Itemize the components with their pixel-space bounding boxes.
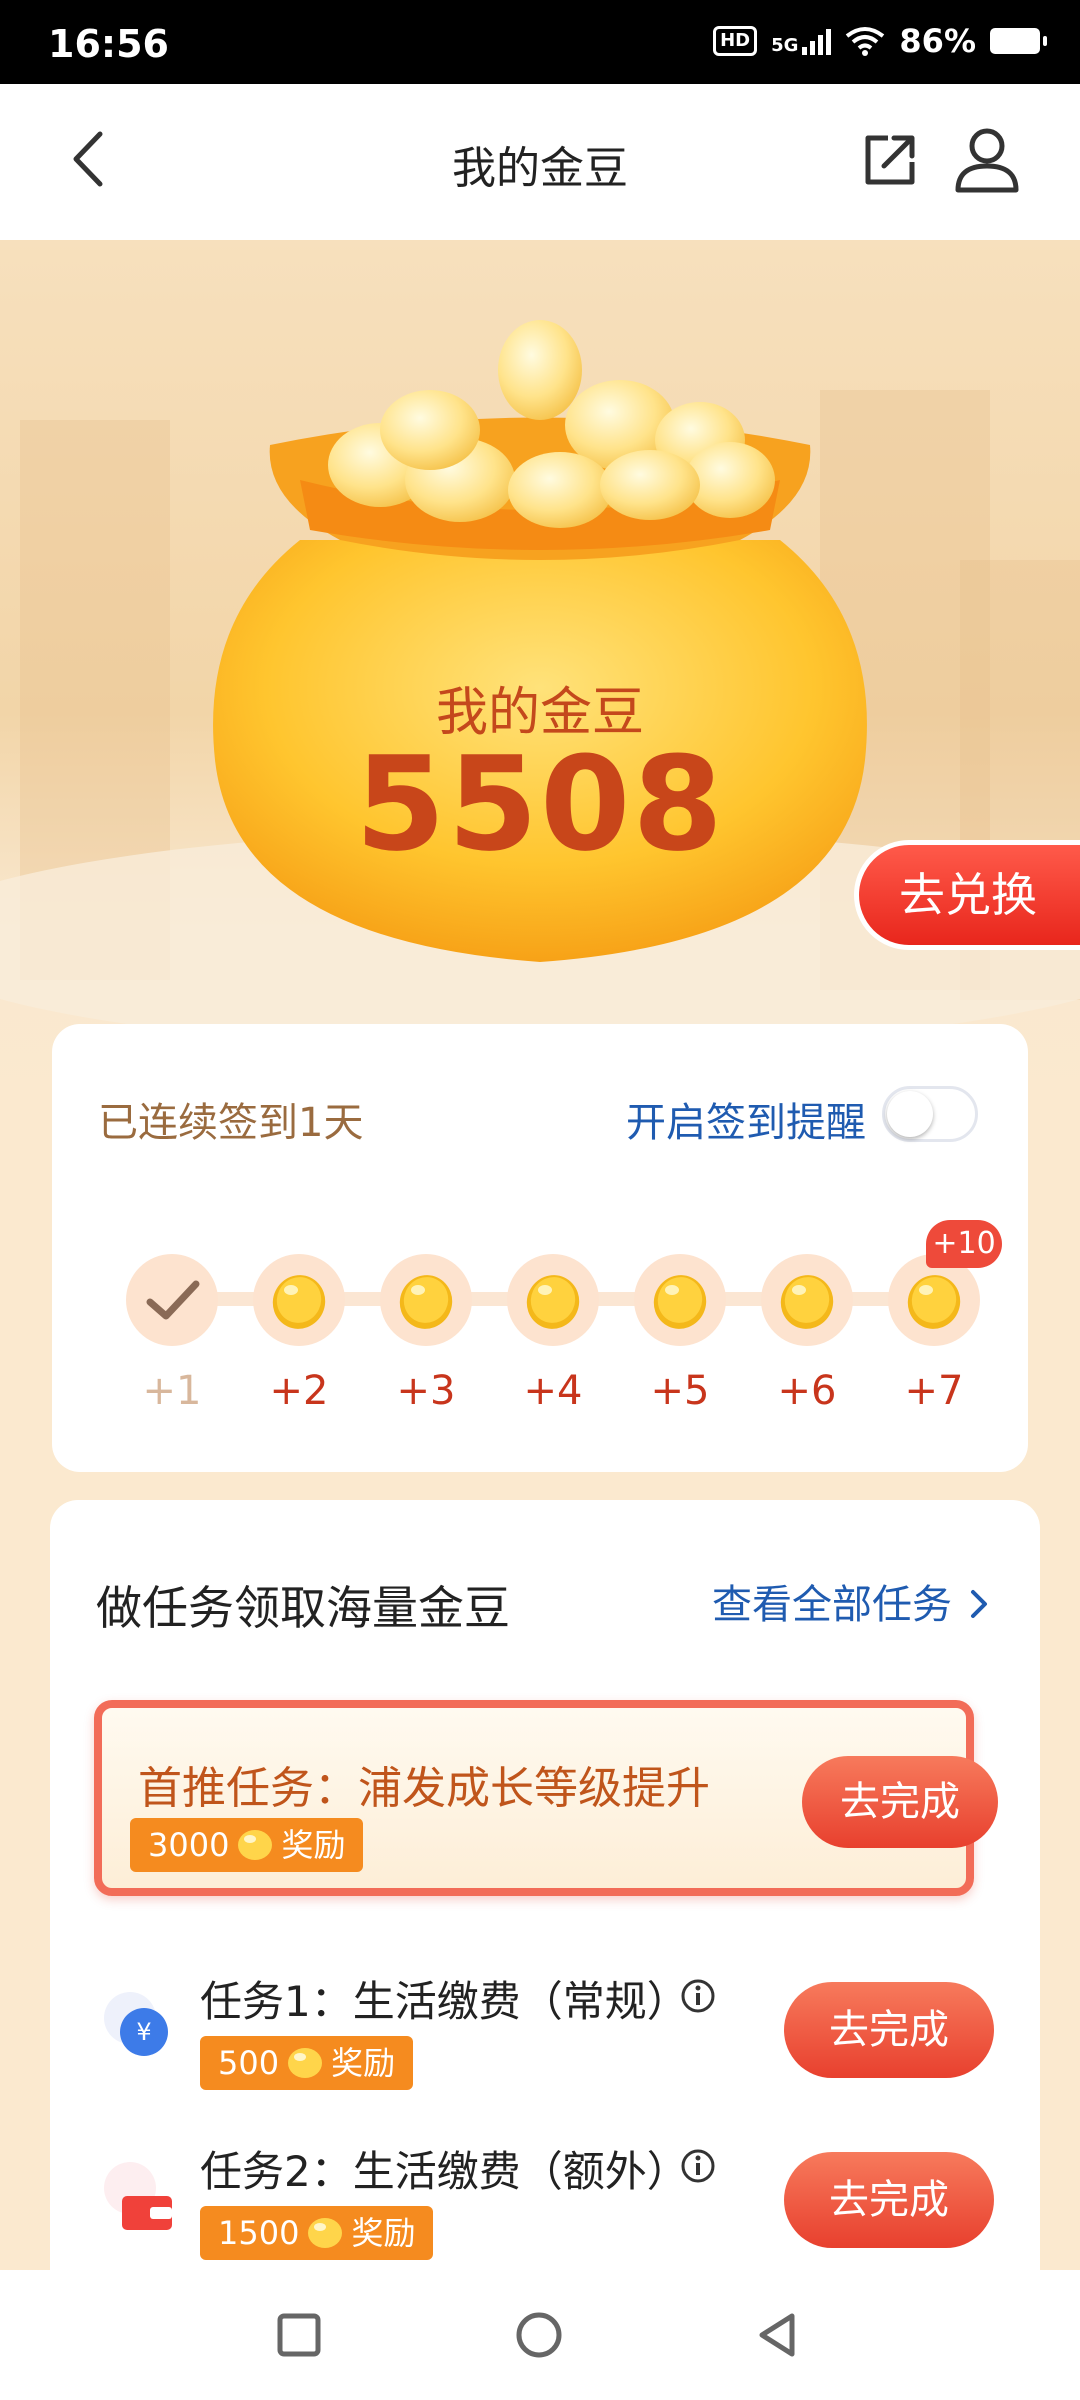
featured-task: 首推任务：浦发成长等级提升 3000 奖励 去完成 xyxy=(94,1700,998,1896)
battery-icon xyxy=(990,28,1047,54)
svg-text:¥: ¥ xyxy=(136,2018,151,2046)
signin-streak-text: 已连续签到1天 xyxy=(98,1100,364,1146)
task-go-button[interactable]: 去完成 xyxy=(784,1982,994,2078)
task-row: ¥ 任务1：生活缴费（常规） 500 奖励 去完成 xyxy=(50,1960,1040,2110)
gold-bean-icon xyxy=(272,1275,326,1329)
signin-day-label: +3 xyxy=(396,1368,456,1414)
signin-day-3 xyxy=(380,1254,472,1346)
reminder-toggle[interactable] xyxy=(882,1086,978,1142)
reminder-label: 开启签到提醒 xyxy=(626,1100,866,1146)
hd-icon: HD xyxy=(713,26,758,56)
gold-bean-icon xyxy=(308,2218,343,2248)
signin-day-1 xyxy=(126,1254,218,1346)
reward-tag: 500 奖励 xyxy=(200,2036,414,2090)
status-bar: 16:56 HD 5G 86% xyxy=(0,0,1080,84)
cellular-signal-icon: 5G xyxy=(771,27,832,56)
status-icons: HD 5G 86% xyxy=(713,22,1047,60)
battery-percent: 86% xyxy=(899,22,976,60)
reward-amount: 1500 xyxy=(218,2214,300,2252)
task-name: 任务2：生活缴费（额外） xyxy=(200,2147,689,2196)
signin-day-4 xyxy=(507,1254,599,1346)
bonus-badge: +10 xyxy=(926,1220,1002,1268)
gold-bean-icon xyxy=(526,1275,580,1329)
signin-day-label: +5 xyxy=(650,1368,710,1414)
reward-tag: 3000 奖励 xyxy=(130,1818,364,1872)
reward-amount: 500 xyxy=(218,2044,280,2082)
checkmark-icon xyxy=(146,1280,200,1320)
profile-button[interactable] xyxy=(952,124,1022,196)
network-type: 5G xyxy=(771,35,799,56)
signin-day-5 xyxy=(634,1254,726,1346)
task-row: 任务2：生活缴费（额外） 1500 奖励 去完成 xyxy=(50,2130,1040,2280)
reward-tag: 1500 奖励 xyxy=(200,2206,434,2260)
exchange-button[interactable]: 去兑换 xyxy=(854,840,1080,950)
reward-label: 奖励 xyxy=(281,1826,346,1864)
info-icon[interactable] xyxy=(680,1978,716,2014)
reward-label: 奖励 xyxy=(331,2044,396,2082)
signin-card: 已连续签到1天 开启签到提醒 +1 +2 +3 +4 +5 +6 +7 +10 xyxy=(52,1024,1028,1472)
gold-bean-icon xyxy=(238,1830,273,1860)
gold-bean-icon xyxy=(780,1275,834,1329)
share-button[interactable] xyxy=(860,130,920,190)
featured-task-name: 首推任务：浦发成长等级提升 xyxy=(138,1763,710,1814)
status-time: 16:56 xyxy=(48,22,169,66)
home-button[interactable] xyxy=(514,2310,564,2360)
signin-day-6 xyxy=(761,1254,853,1346)
info-icon[interactable] xyxy=(680,2148,716,2184)
chevron-right-icon xyxy=(970,1590,987,1618)
gold-bean-icon xyxy=(288,2048,323,2078)
reward-amount: 3000 xyxy=(148,1826,230,1864)
recents-button[interactable] xyxy=(276,2312,322,2358)
wifi-icon xyxy=(846,27,885,56)
signin-day-label: +4 xyxy=(523,1368,583,1414)
chevron-left-icon xyxy=(73,131,103,187)
signin-day-label: +7 xyxy=(904,1368,964,1414)
hero-banner: 我的金豆 5508 去兑换 xyxy=(0,240,1080,1100)
gold-bean-icon xyxy=(907,1275,961,1329)
back-button[interactable] xyxy=(60,124,120,194)
signin-day-label: +6 xyxy=(777,1368,837,1414)
gold-bean-icon xyxy=(399,1275,453,1329)
reward-label: 奖励 xyxy=(351,2214,416,2252)
signin-day-label: +1 xyxy=(142,1368,202,1414)
task-name: 任务1：生活缴费（常规） xyxy=(200,1977,689,2026)
view-all-tasks-link[interactable]: 查看全部任务 xyxy=(712,1572,991,1630)
wallet-icon xyxy=(104,2162,172,2230)
back-nav-button[interactable] xyxy=(754,2310,800,2360)
user-icon xyxy=(955,128,1019,193)
bill-payment-icon: ¥ xyxy=(104,1992,168,2056)
signin-day-label: +2 xyxy=(269,1368,329,1414)
system-nav-bar xyxy=(0,2270,1080,2400)
featured-task-go-button[interactable]: 去完成 xyxy=(802,1756,998,1848)
signin-day-2 xyxy=(253,1254,345,1346)
tasks-card: 做任务领取海量金豆 查看全部任务 首推任务：浦发成长等级提升 3000 奖励 去… xyxy=(50,1500,1040,2320)
tasks-title: 做任务领取海量金豆 xyxy=(96,1581,510,1635)
toggle-knob xyxy=(887,1091,933,1137)
view-all-label: 查看全部任务 xyxy=(712,1582,952,1628)
gold-bean-icon xyxy=(653,1275,707,1329)
share-icon xyxy=(865,135,915,185)
task-go-button[interactable]: 去完成 xyxy=(784,2152,994,2248)
app-header: 我的金豆 xyxy=(0,84,1080,240)
